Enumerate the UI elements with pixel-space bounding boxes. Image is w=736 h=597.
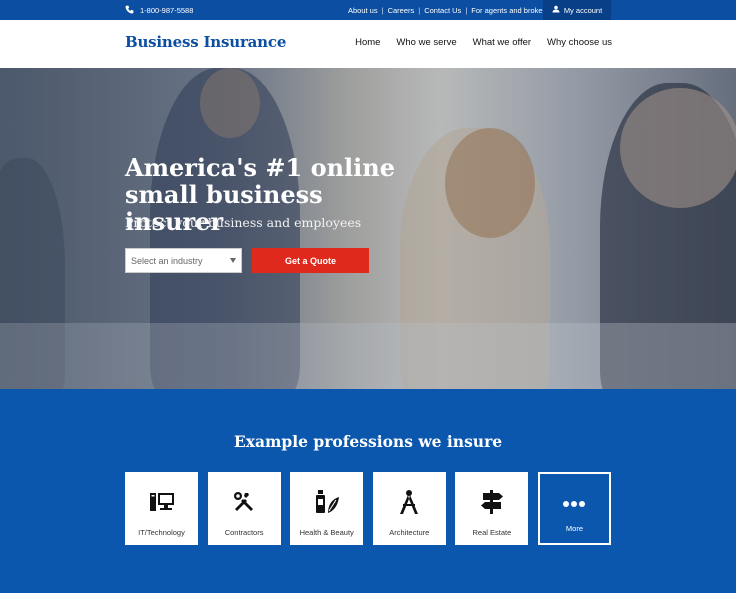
link-about-us[interactable]: About us: [348, 6, 378, 15]
dropdown-caret-icon: [230, 258, 236, 263]
profession-card-architecture[interactable]: Architecture: [372, 472, 446, 545]
compass-icon: [395, 488, 423, 516]
my-account-label: My account: [563, 5, 603, 15]
nav-what-we-offer[interactable]: What we offer: [473, 37, 531, 48]
profession-label: Health & Beauty: [299, 528, 354, 537]
hero-subheadline: Protect your business and employees: [125, 215, 362, 230]
nav-home[interactable]: Home: [355, 37, 380, 48]
my-account-button[interactable]: My account: [543, 0, 611, 20]
separator: |: [465, 5, 468, 15]
profession-label: More: [565, 524, 584, 533]
profession-card-more[interactable]: More: [537, 472, 611, 545]
phone-contact[interactable]: 1-800-987-5588: [125, 0, 193, 20]
utility-links: About us | Careers | Contact Us | For ag…: [348, 0, 549, 20]
top-utility-bar: 1-800-987-5588 About us | Careers | Cont…: [0, 0, 736, 20]
site-header: Business Insurance Home Who we serve Wha…: [0, 20, 736, 68]
tools-icon: [230, 488, 258, 516]
profession-card-health-beauty[interactable]: Health & Beauty: [290, 472, 364, 545]
link-agents-brokers[interactable]: For agents and brokers: [471, 6, 549, 15]
phone-number: 1-800-987-5588: [140, 5, 194, 15]
industry-select-value: Select an industry: [131, 255, 203, 266]
hero-banner: America's #1 online small business insur…: [0, 68, 736, 389]
more-icon: [560, 494, 588, 514]
professions-section: Example professions we insure IT/Technol…: [0, 389, 736, 593]
nav-who-we-serve[interactable]: Who we serve: [396, 37, 456, 48]
user-icon: [552, 5, 560, 15]
computer-icon: [148, 488, 176, 516]
separator: |: [381, 5, 384, 15]
industry-select[interactable]: Select an industry: [125, 248, 242, 273]
page-bottom-edge: [0, 593, 736, 597]
signpost-icon: [478, 488, 506, 516]
brand-logo[interactable]: Business Insurance: [125, 33, 286, 51]
profession-card-contractors[interactable]: Contractors: [207, 472, 281, 545]
profession-label: Real Estate: [472, 528, 512, 537]
phone-icon: [125, 5, 134, 16]
profession-label: Architecture: [389, 528, 430, 537]
professions-title: Example professions we insure: [233, 432, 503, 451]
health-beauty-icon: [313, 488, 341, 516]
profession-card-real-estate[interactable]: Real Estate: [455, 472, 529, 545]
get-a-quote-button[interactable]: Get a Quote: [252, 248, 369, 273]
link-contact-us[interactable]: Contact Us: [424, 6, 461, 15]
separator: |: [418, 5, 421, 15]
nav-why-choose-us[interactable]: Why choose us: [547, 37, 612, 48]
profession-cards: IT/Technology Contractors Health & Beaut…: [125, 472, 611, 545]
link-careers[interactable]: Careers: [388, 6, 415, 15]
profession-label: IT/Technology: [138, 528, 185, 537]
main-nav: Home Who we serve What we offer Why choo…: [355, 37, 612, 48]
hero-headline-line1: America's #1 online: [125, 153, 395, 182]
profession-label: Contractors: [224, 528, 264, 537]
profession-card-it-technology[interactable]: IT/Technology: [125, 472, 198, 545]
